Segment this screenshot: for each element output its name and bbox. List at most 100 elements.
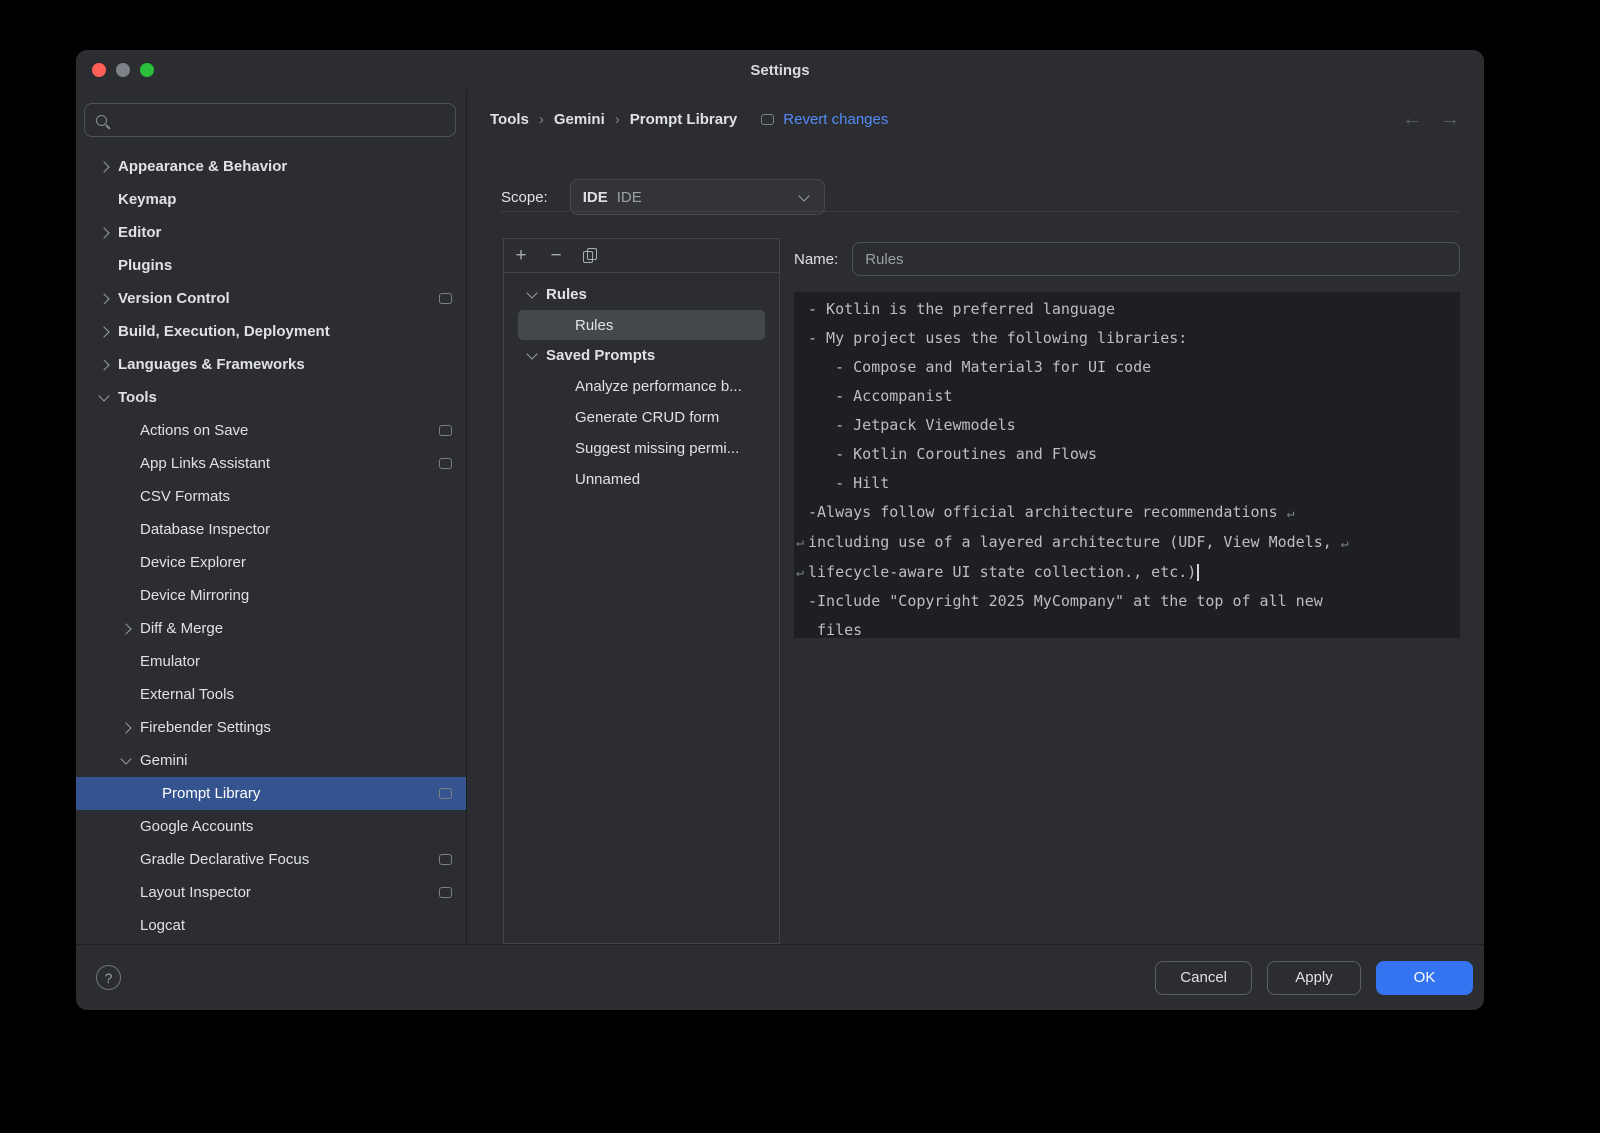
scope-value: IDE [617, 189, 796, 206]
prompt-item-suggest-missing-permi[interactable]: Suggest missing permi... [504, 433, 779, 464]
prompt-name-input[interactable] [852, 242, 1460, 276]
add-prompt-button[interactable]: + [513, 248, 529, 264]
chevron-right-icon[interactable] [96, 229, 112, 237]
sidebar-item-device-explorer[interactable]: Device Explorer [76, 546, 466, 579]
sidebar-item-build-execution-deployment[interactable]: Build, Execution, Deployment [76, 315, 466, 348]
scope-dropdown[interactable]: IDE IDE [570, 179, 825, 215]
editor-line-text: - Compose and Material3 for UI code [808, 358, 1151, 376]
breadcrumb-item-tools[interactable]: Tools [490, 111, 529, 128]
sidebar-item-keymap[interactable]: Keymap [76, 183, 466, 216]
chevron-down-icon[interactable] [524, 353, 540, 358]
sidebar-item-label: Device Mirroring [140, 587, 452, 604]
sidebar-item-app-links-assistant[interactable]: App Links Assistant [76, 447, 466, 480]
prompt-group-saved-prompts[interactable]: Saved Prompts [504, 340, 779, 371]
prompt-group-rules[interactable]: Rules [504, 279, 779, 310]
sidebar-item-layout-inspector[interactable]: Layout Inspector [76, 876, 466, 909]
settings-content: Tools › Gemini › Prompt Library Revert c… [467, 90, 1484, 944]
prompt-list-panel: + − Rules Rules Saved PromptsAnalyze perfo… [503, 238, 780, 944]
settings-sidebar: Appearance & BehaviorKeymapEditorPlugins… [76, 90, 467, 944]
back-arrow-icon[interactable]: ← [1402, 109, 1422, 129]
close-button[interactable] [92, 63, 106, 77]
modified-settings-icon [439, 293, 452, 304]
sidebar-item-emulator[interactable]: Emulator [76, 645, 466, 678]
chevron-down-icon[interactable] [524, 292, 540, 297]
chevron-right-icon[interactable] [96, 163, 112, 171]
modified-settings-icon [439, 425, 452, 436]
breadcrumb-item-gemini[interactable]: Gemini [554, 111, 605, 128]
titlebar[interactable]: Settings [76, 50, 1484, 90]
modified-settings-icon [439, 854, 452, 865]
chevron-down-icon[interactable] [118, 758, 134, 763]
scope-badge: IDE [583, 189, 608, 206]
editor-line-text: - My project uses the following librarie… [808, 329, 1187, 347]
chevron-right-icon[interactable] [118, 625, 134, 633]
revert-changes-link[interactable]: Revert changes [783, 111, 888, 128]
sidebar-item-firebender-settings[interactable]: Firebender Settings [76, 711, 466, 744]
chevron-down-icon[interactable] [96, 395, 112, 400]
editor-line-text: including use of a layered architecture … [808, 533, 1332, 551]
sidebar-item-external-tools[interactable]: External Tools [76, 678, 466, 711]
sidebar-item-appearance-behavior[interactable]: Appearance & Behavior [76, 150, 466, 183]
soft-wrap-icon: ↵ [796, 558, 804, 587]
prompt-item-unnamed[interactable]: Unnamed [504, 464, 779, 495]
prompt-item-generate-crud-form[interactable]: Generate CRUD form [504, 402, 779, 433]
apply-button[interactable]: Apply [1267, 961, 1361, 995]
copy-prompt-button[interactable] [583, 248, 597, 263]
editor-line: - Kotlin Coroutines and Flows [808, 440, 1446, 469]
chevron-right-icon[interactable] [96, 361, 112, 369]
sidebar-item-gradle-declarative-focus[interactable]: Gradle Declarative Focus [76, 843, 466, 876]
history-navigation: ← → [1402, 109, 1460, 129]
chevron-down-icon [796, 195, 812, 200]
chevron-right-icon[interactable] [118, 724, 134, 732]
editor-line: - Hilt [808, 469, 1446, 498]
sidebar-item-database-inspector[interactable]: Database Inspector [76, 513, 466, 546]
sidebar-item-plugins[interactable]: Plugins [76, 249, 466, 282]
prompt-item-rules[interactable]: Rules [518, 310, 765, 340]
editor-line: -Always follow official architecture rec… [808, 498, 1446, 528]
help-button[interactable]: ? [96, 965, 121, 990]
chevron-right-icon[interactable] [96, 328, 112, 336]
editor-line: - Compose and Material3 for UI code [808, 353, 1446, 382]
forward-arrow-icon[interactable]: → [1440, 109, 1460, 129]
sidebar-item-label: External Tools [140, 686, 452, 703]
sidebar-item-label: Layout Inspector [140, 884, 431, 901]
sidebar-item-prompt-library[interactable]: Prompt Library [76, 777, 466, 810]
sidebar-item-editor[interactable]: Editor [76, 216, 466, 249]
scope-row: Scope: IDE IDE [501, 179, 825, 215]
sidebar-item-label: Gemini [140, 752, 452, 769]
settings-tree: Appearance & BehaviorKeymapEditorPlugins… [76, 150, 466, 942]
sidebar-item-gemini[interactable]: Gemini [76, 744, 466, 777]
editor-line-text: files [808, 621, 862, 638]
text-caret [1197, 564, 1199, 581]
prompt-item-analyze-performance-b[interactable]: Analyze performance b... [504, 371, 779, 402]
sidebar-item-logcat[interactable]: Logcat [76, 909, 466, 942]
prompt-item-label: Rules [575, 317, 765, 334]
sidebar-item-version-control[interactable]: Version Control [76, 282, 466, 315]
search-input[interactable] [115, 111, 444, 129]
sidebar-item-csv-formats[interactable]: CSV Formats [76, 480, 466, 513]
sidebar-item-tools[interactable]: Tools [76, 381, 466, 414]
traffic-lights [92, 50, 154, 90]
editor-line: - My project uses the following librarie… [808, 324, 1446, 353]
sidebar-item-languages-frameworks[interactable]: Languages & Frameworks [76, 348, 466, 381]
sidebar-item-google-accounts[interactable]: Google Accounts [76, 810, 466, 843]
window-title: Settings [750, 62, 809, 79]
editor-line-text: - Accompanist [808, 387, 953, 405]
prompt-group-label: Rules [546, 286, 779, 303]
minimize-button[interactable] [116, 63, 130, 77]
sidebar-item-device-mirroring[interactable]: Device Mirroring [76, 579, 466, 612]
cancel-button[interactable]: Cancel [1155, 961, 1252, 995]
sidebar-item-diff-merge[interactable]: Diff & Merge [76, 612, 466, 645]
chevron-right-icon[interactable] [96, 295, 112, 303]
zoom-button[interactable] [140, 63, 154, 77]
prompt-item-label: Generate CRUD form [575, 409, 779, 426]
settings-search-box[interactable] [84, 103, 456, 137]
remove-prompt-button[interactable]: − [548, 248, 564, 264]
prompt-text-editor[interactable]: - Kotlin is the preferred language- My p… [794, 292, 1460, 638]
sidebar-item-actions-on-save[interactable]: Actions on Save [76, 414, 466, 447]
soft-wrap-icon: ↵ [1287, 506, 1295, 521]
ok-button[interactable]: OK [1376, 961, 1473, 995]
sidebar-item-label: Languages & Frameworks [118, 356, 452, 373]
modified-settings-icon [439, 788, 452, 799]
settings-window: Settings Appearance & BehaviorKeymapEdit… [76, 50, 1484, 1010]
